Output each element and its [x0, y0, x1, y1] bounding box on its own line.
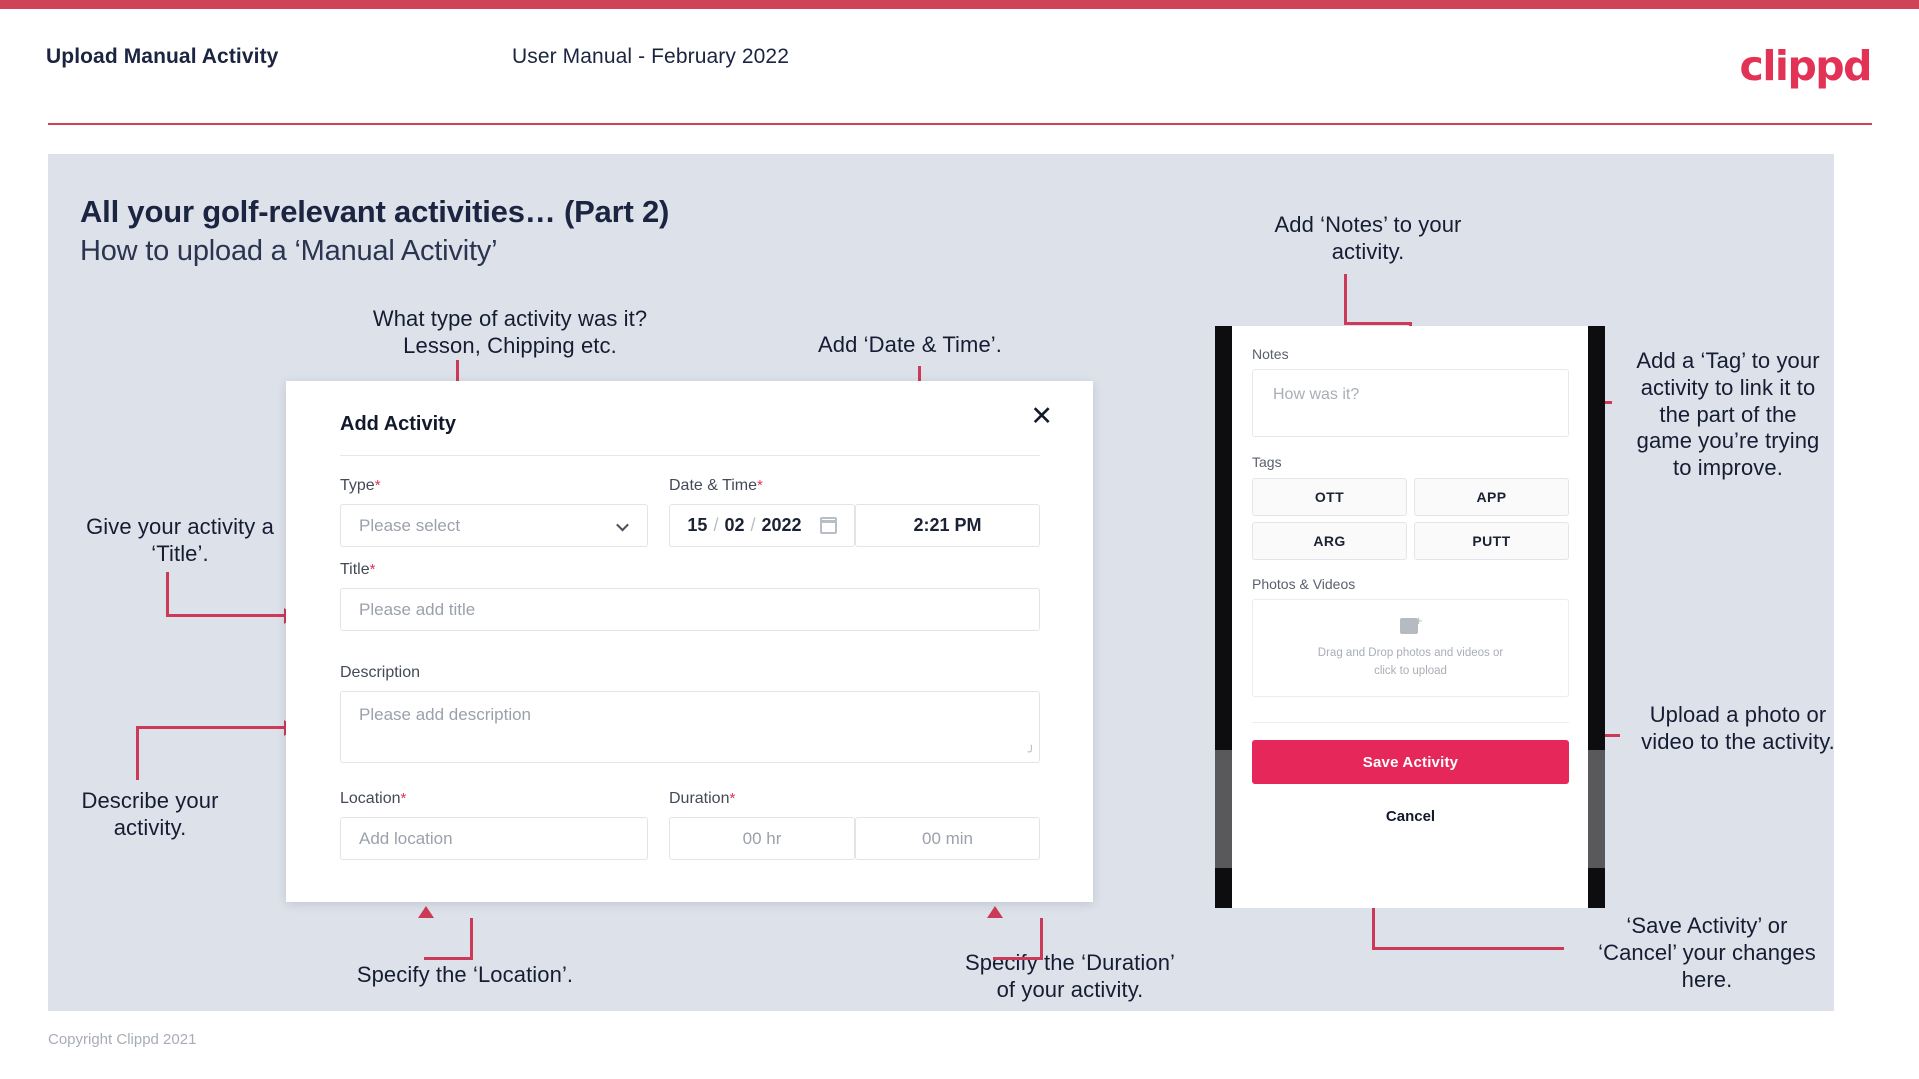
- leader-desc-v: [136, 728, 139, 780]
- duration-label: Duration*: [669, 790, 736, 807]
- time-input[interactable]: 2:21 PM: [855, 504, 1040, 547]
- tag-app[interactable]: APP: [1414, 478, 1569, 516]
- tag-putt[interactable]: PUTT: [1414, 522, 1569, 560]
- type-label: Type*: [340, 477, 381, 494]
- tags-label: Tags: [1252, 454, 1282, 470]
- clippd-logo: clippd: [1739, 42, 1873, 90]
- location-placeholder: Add location: [359, 828, 453, 848]
- leader-title-v: [166, 572, 169, 616]
- copyright-text: Copyright Clippd 2021: [48, 1031, 197, 1048]
- required-mark: *: [369, 561, 376, 578]
- add-activity-dialog: Add Activity ✕ Type* Please select Date …: [286, 381, 1093, 902]
- resize-handle-icon[interactable]: ╯: [1028, 745, 1035, 759]
- notes-label: Notes: [1252, 346, 1289, 362]
- annotation-location: Specify the ‘Location’.: [356, 962, 574, 987]
- duration-hours-input[interactable]: 00 hr: [669, 817, 855, 860]
- page-subtitle: User Manual - February 2022: [512, 45, 789, 68]
- annotation-tag: Add a ‘Tag’ to your activity to link it t…: [1636, 348, 1820, 481]
- phone-bezel-right-grey: [1588, 750, 1605, 868]
- date-month: 02: [724, 515, 745, 535]
- type-select[interactable]: Please select: [340, 504, 648, 547]
- date-sep-2: /: [750, 515, 756, 535]
- dialog-title: Add Activity: [340, 413, 456, 435]
- leader-desc-h: [136, 726, 286, 729]
- notes-placeholder: How was it?: [1273, 386, 1360, 403]
- annotation-upload: Upload a photo or video to the activity.: [1641, 702, 1835, 754]
- time-value: 2:21 PM: [913, 515, 982, 535]
- leader-notes-v1: [1344, 274, 1347, 324]
- required-mark: *: [374, 477, 381, 494]
- annotation-type: What type of activity was it? Lesson, Chi…: [372, 306, 648, 358]
- dropzone-line2: click to upload: [1374, 664, 1447, 677]
- date-day: 15: [687, 515, 708, 535]
- description-placeholder: Please add description: [359, 705, 532, 724]
- required-mark: *: [400, 790, 407, 807]
- location-input[interactable]: Add location: [340, 817, 648, 860]
- annotation-description: Describe your activity.: [81, 788, 219, 840]
- add-image-icon: +: [1399, 614, 1423, 635]
- phone-bezel-left-grey: [1215, 750, 1232, 868]
- title-label: Title*: [340, 561, 376, 578]
- datetime-label: Date & Time*: [669, 477, 763, 494]
- annotation-datetime: Add ‘Date & Time’.: [818, 332, 1002, 357]
- leader-notes-h: [1344, 322, 1412, 325]
- required-mark: *: [729, 790, 736, 807]
- page-title: Upload Manual Activity: [46, 45, 279, 68]
- photos-label: Photos & Videos: [1252, 576, 1356, 592]
- dropzone-line1: Drag and Drop photos and videos or: [1317, 647, 1504, 660]
- photo-dropzone[interactable]: + Drag and Drop photos and videos or cli…: [1252, 599, 1569, 697]
- phone-mockup: Notes How was it? Tags OTT APP ARG PUTT …: [1215, 326, 1605, 908]
- title-input[interactable]: Please add title: [340, 588, 1040, 631]
- duration-minutes-input[interactable]: 00 min: [855, 817, 1040, 860]
- slide-page: Upload Manual Activity User Manual - Feb…: [0, 0, 1919, 1079]
- leader-dur-h: [993, 957, 1043, 960]
- annotation-save: ‘Save Activity’ or ‘Cancel’ your changes h…: [1598, 913, 1816, 992]
- leader-loc-h: [424, 957, 473, 960]
- phone-divider: [1252, 722, 1569, 723]
- chevron-down-icon: [616, 518, 629, 531]
- description-textarea[interactable]: Please add description ╯: [340, 691, 1040, 763]
- date-year: 2022: [761, 515, 802, 535]
- leader-title-h: [166, 614, 286, 617]
- location-label: Location*: [340, 790, 407, 807]
- annotation-duration: Specify the ‘Duration’ of your activity.: [964, 950, 1176, 1002]
- type-placeholder: Please select: [359, 515, 461, 535]
- cancel-button[interactable]: Cancel: [1252, 796, 1569, 836]
- leader-loc-v: [470, 918, 473, 960]
- dialog-divider: [340, 455, 1040, 456]
- required-mark: *: [757, 477, 763, 494]
- save-activity-button[interactable]: Save Activity: [1252, 740, 1569, 784]
- date-input[interactable]: 15 / 02 / 2022: [669, 504, 855, 547]
- annotation-notes: Add ‘Notes’ to your activity.: [1274, 212, 1462, 264]
- leader-dur-arrow: [987, 906, 1003, 918]
- tag-ott[interactable]: OTT: [1252, 478, 1407, 516]
- close-icon[interactable]: ✕: [1030, 403, 1053, 430]
- calendar-icon[interactable]: [819, 517, 837, 534]
- top-accent-bar: [0, 0, 1919, 9]
- phone-screen: Notes How was it? Tags OTT APP ARG PUTT …: [1232, 326, 1588, 908]
- slide-heading: All your golf-relevant activities… (Part…: [80, 194, 670, 229]
- header-divider: [48, 123, 1872, 125]
- duration-minutes-placeholder: 00 min: [921, 828, 974, 848]
- title-placeholder: Please add title: [359, 599, 476, 619]
- description-label: Description: [340, 664, 421, 681]
- phone-bezel-left-bottom: [1215, 868, 1232, 908]
- date-sep-1: /: [713, 515, 719, 535]
- leader-loc-arrow: [418, 906, 434, 918]
- leader-save-h: [1372, 947, 1564, 950]
- tag-arg[interactable]: ARG: [1252, 522, 1407, 560]
- slide-subheading: How to upload a ‘Manual Activity’: [80, 235, 498, 267]
- leader-dur-v: [1040, 918, 1043, 960]
- phone-bezel-right-bottom: [1588, 868, 1605, 908]
- notes-textarea[interactable]: How was it?: [1252, 369, 1569, 437]
- annotation-title: Give your activity a ‘Title’.: [86, 514, 274, 566]
- duration-hours-placeholder: 00 hr: [742, 828, 782, 848]
